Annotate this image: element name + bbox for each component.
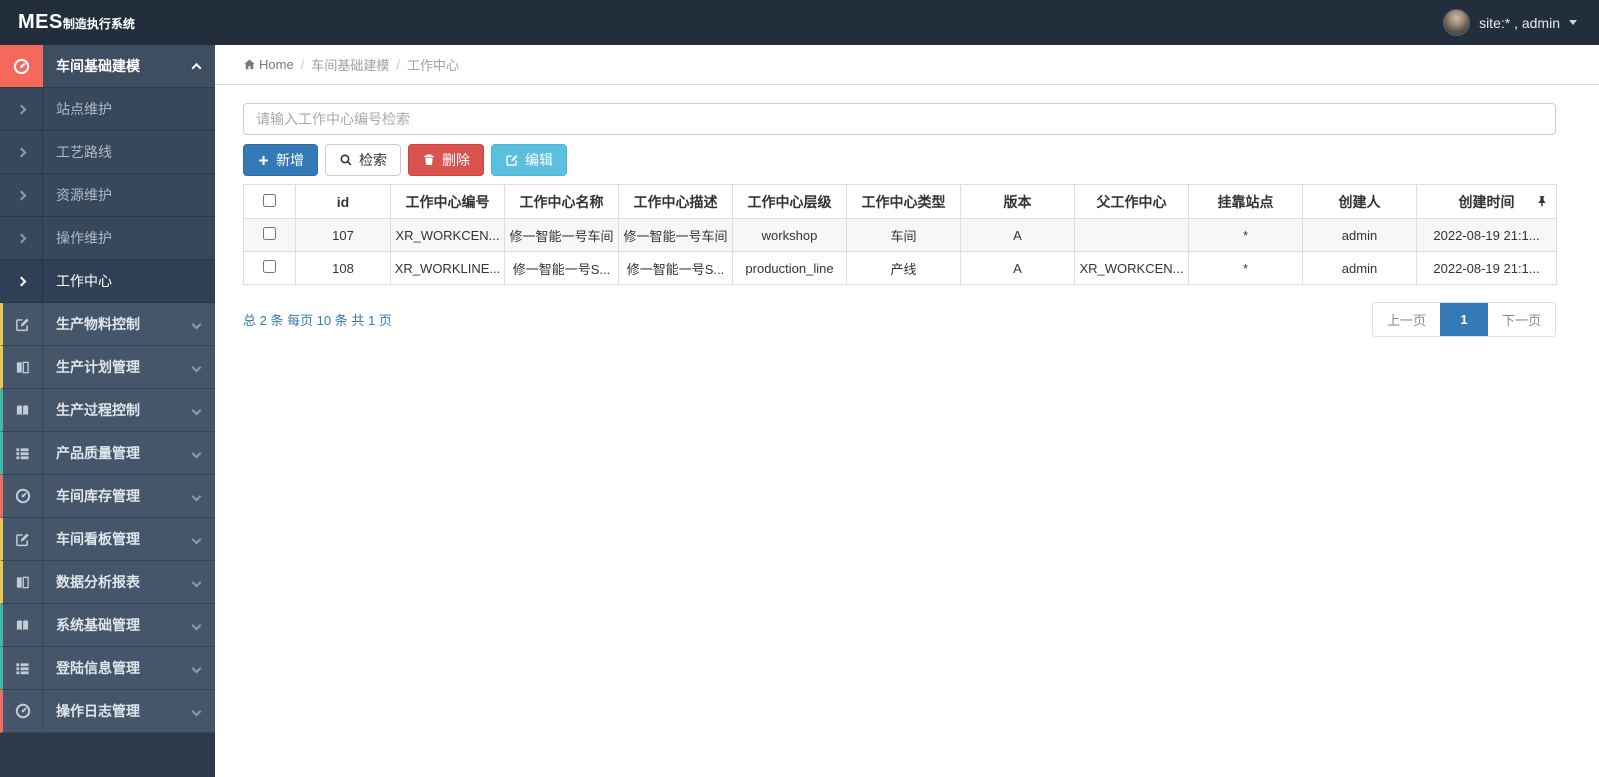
- sidebar-item-station-maintenance[interactable]: 站点维护: [0, 88, 215, 131]
- chevron-down-icon: [191, 706, 201, 716]
- chevron-right-icon: [16, 147, 26, 157]
- book-icon: [15, 618, 30, 633]
- main-content: Home / 车间基础建模 / 工作中心 新增 检索 删除 编辑: [215, 45, 1599, 777]
- sidebar-group-inventory-management[interactable]: 车间库存管理: [0, 475, 215, 518]
- prev-page-button[interactable]: 上一页: [1372, 303, 1440, 336]
- app-logo: MES制造执行系统: [0, 11, 215, 34]
- sidebar-group-material-control[interactable]: 生产物料控制: [0, 303, 215, 346]
- next-page-button[interactable]: 下一页: [1487, 303, 1555, 336]
- table-row: 107 XR_WORKCEN... 修一智能一号车间 修一智能一号车间 work…: [243, 218, 1557, 252]
- work-center-search-input[interactable]: [243, 103, 1556, 135]
- chevron-down-icon: [191, 620, 201, 630]
- user-label: site:* , admin: [1479, 14, 1560, 31]
- sidebar-group-operation-log-management[interactable]: 操作日志管理: [0, 690, 215, 733]
- home-icon: [243, 58, 256, 71]
- edit-button[interactable]: 编辑: [491, 144, 567, 176]
- sidebar-group-system-management[interactable]: 系统基础管理: [0, 604, 215, 647]
- trash-icon: [422, 153, 436, 167]
- chevron-down-icon: [191, 405, 201, 415]
- row-checkbox[interactable]: [263, 227, 276, 240]
- chevron-up-icon: [191, 62, 201, 73]
- chevron-down-icon: [191, 491, 201, 501]
- sidebar-group-label: 车间基础建模: [56, 58, 140, 74]
- chevron-down-icon: [191, 319, 201, 329]
- sidebar-group-plan-management[interactable]: 生产计划管理: [0, 346, 215, 389]
- edit-icon: [505, 153, 519, 167]
- toolbar: 新增 检索 删除 编辑: [243, 144, 1556, 176]
- breadcrumb-home-link[interactable]: Home: [243, 57, 294, 72]
- col-code: 工作中心编号: [390, 184, 505, 219]
- chevron-down-icon: [191, 448, 201, 458]
- list-icon: [15, 446, 30, 461]
- delete-button[interactable]: 删除: [408, 144, 484, 176]
- sidebar-group-login-info-management[interactable]: 登陆信息管理: [0, 647, 215, 690]
- col-name: 工作中心名称: [504, 184, 619, 219]
- chevron-right-icon: [16, 104, 26, 114]
- app-logo-suffix: 制造执行系统: [62, 17, 135, 31]
- caret-down-icon: [1569, 20, 1577, 25]
- sidebar-group-data-reports[interactable]: 数据分析报表: [0, 561, 215, 604]
- chevron-down-icon: [191, 362, 201, 372]
- gauge-icon: [13, 58, 30, 75]
- col-type: 工作中心类型: [846, 184, 961, 219]
- sidebar-item-work-center[interactable]: 工作中心: [0, 260, 215, 303]
- app-logo-mes: MES: [18, 11, 63, 33]
- gauge-icon: [15, 488, 31, 504]
- search-button[interactable]: 检索: [325, 144, 401, 176]
- row-checkbox[interactable]: [263, 260, 276, 273]
- col-id: id: [295, 184, 391, 219]
- table-header-row: id 工作中心编号 工作中心名称 工作中心描述 工作中心层级 工作中心类型 版本…: [243, 184, 1557, 219]
- sidebar-item-operation-maintenance[interactable]: 操作维护: [0, 217, 215, 260]
- sidebar-group-process-control[interactable]: 生产过程控制: [0, 389, 215, 432]
- top-navbar: MES制造执行系统 site:* , admin: [0, 0, 1599, 45]
- breadcrumb-level1[interactable]: 车间基础建模: [311, 55, 389, 74]
- pencil-icon: [15, 317, 30, 332]
- sidebar-group-workshop-modeling[interactable]: 车间基础建模: [0, 45, 215, 88]
- search-icon: [339, 153, 353, 167]
- user-menu[interactable]: site:* , admin: [1421, 0, 1599, 45]
- pin-icon[interactable]: [1536, 195, 1548, 207]
- col-created-time: 创建时间: [1416, 184, 1557, 219]
- col-parent: 父工作中心: [1074, 184, 1189, 219]
- list-icon: [15, 661, 30, 676]
- columns-icon: [15, 360, 30, 375]
- chevron-down-icon: [191, 577, 201, 587]
- pencil-icon: [15, 532, 30, 547]
- plus-icon: [257, 154, 270, 167]
- sidebar-group-quality-management[interactable]: 产品质量管理: [0, 432, 215, 475]
- sidebar: 车间基础建模 站点维护 工艺路线 资源维护 操作维护 工作中心 生产物料控制 生…: [0, 45, 215, 777]
- col-level: 工作中心层级: [732, 184, 847, 219]
- col-station: 挂靠站点: [1188, 184, 1303, 219]
- col-creator: 创建人: [1302, 184, 1417, 219]
- header-select-all-cell: [243, 184, 296, 219]
- page-1-button[interactable]: 1: [1439, 303, 1488, 336]
- table-row: 108 XR_WORKLINE... 修一智能一号S... 修一智能一号S...…: [243, 251, 1557, 285]
- chevron-down-icon: [191, 534, 201, 544]
- chevron-right-icon: [16, 276, 26, 286]
- chevron-down-icon: [191, 663, 201, 673]
- book-icon: [15, 403, 30, 418]
- sidebar-item-process-route[interactable]: 工艺路线: [0, 131, 215, 174]
- chevron-right-icon: [16, 190, 26, 200]
- sidebar-group-kanban-management[interactable]: 车间看板管理: [0, 518, 215, 561]
- select-all-checkbox[interactable]: [263, 193, 276, 207]
- user-avatar[interactable]: [1443, 9, 1471, 36]
- work-center-table: id 工作中心编号 工作中心名称 工作中心描述 工作中心层级 工作中心类型 版本…: [243, 184, 1557, 285]
- breadcrumb-current: 工作中心: [406, 58, 459, 73]
- pagination-summary: 总 2 条 每页 10 条 共 1 页: [243, 313, 392, 328]
- add-button[interactable]: 新增: [243, 144, 318, 176]
- gauge-icon: [15, 703, 31, 719]
- col-version: 版本: [960, 184, 1075, 219]
- columns-icon: [15, 575, 30, 590]
- breadcrumb: Home / 车间基础建模 / 工作中心: [215, 45, 1599, 85]
- pagination: 上一页 1 下一页: [1371, 302, 1556, 337]
- chevron-right-icon: [16, 233, 26, 243]
- col-desc: 工作中心描述: [618, 184, 733, 219]
- sidebar-item-resource-maintenance[interactable]: 资源维护: [0, 174, 215, 217]
